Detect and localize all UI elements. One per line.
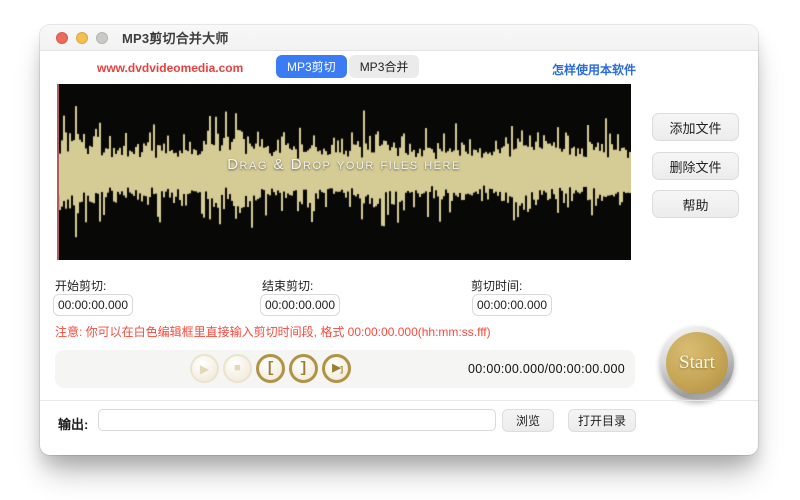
window-title: MP3剪切合并大师 (122, 31, 229, 46)
player-bar: ▶ ■ [ ] ▶ ] 00:00:00.000/00:00:00.000 (55, 350, 635, 388)
output-label: 输出: (58, 417, 89, 432)
minimize-button[interactable] (76, 31, 88, 44)
titlebar: MP3剪切合并大师 (40, 25, 758, 51)
help-link[interactable]: 怎样使用本软件 (552, 61, 636, 78)
tab-bar: MP3剪切 MP3合并 (276, 55, 420, 78)
play-button: ▶ (190, 354, 219, 383)
mark-start-icon: [ (265, 360, 275, 377)
play-icon: ▶ (199, 361, 210, 376)
waveform-drop-area[interactable]: Drag & Drop your files here (57, 84, 631, 260)
player-controls: ▶ ■ [ ] ▶ ] (190, 354, 351, 383)
start-cut-label: 开始剪切: (55, 279, 107, 293)
drop-hint-text: Drag & Drop your files here (227, 156, 461, 173)
play-selection-mark-icon: ] (339, 366, 344, 375)
app-window: MP3剪切合并大师 www.dvdvideomedia.com MP3剪切 MP… (40, 25, 758, 455)
delete-file-button[interactable]: 删除文件 (652, 152, 739, 180)
cut-duration-input[interactable] (472, 294, 552, 316)
bottom-separator (40, 400, 758, 401)
time-display: 00:00:00.000/00:00:00.000 (468, 362, 625, 376)
website-link[interactable]: www.dvdvideomedia.com (97, 61, 243, 75)
close-button[interactable] (56, 31, 68, 44)
mark-start-button[interactable]: [ (256, 354, 285, 383)
stop-button: ■ (223, 354, 252, 383)
end-cut-label: 结束剪切: (262, 279, 314, 293)
open-directory-button[interactable]: 打开目录 (568, 409, 636, 432)
help-button[interactable]: 帮助 (652, 190, 739, 218)
start-button-face: Start (666, 332, 728, 394)
browse-button[interactable]: 浏览 (502, 409, 554, 432)
zoom-button (96, 31, 108, 44)
start-button[interactable]: Start (660, 326, 734, 400)
format-note: 注意: 你可以在白色编辑框里直接输入剪切时间段, 格式 00:00:00.000… (55, 325, 491, 339)
start-button-label: Start (679, 352, 715, 373)
stop-icon: ■ (234, 362, 241, 374)
traffic-lights (56, 31, 108, 44)
start-cut-input[interactable] (53, 294, 133, 316)
mark-end-icon: ] (298, 360, 308, 377)
tab-mp3-cut[interactable]: MP3剪切 (276, 55, 347, 78)
play-selection-button[interactable]: ▶ ] (322, 354, 351, 383)
add-file-button[interactable]: 添加文件 (652, 113, 739, 141)
output-path-input[interactable] (98, 409, 496, 431)
end-cut-input[interactable] (260, 294, 340, 316)
mark-end-button[interactable]: ] (289, 354, 318, 383)
tab-mp3-merge[interactable]: MP3合并 (348, 55, 420, 78)
cut-duration-label: 剪切时间: (471, 279, 523, 293)
